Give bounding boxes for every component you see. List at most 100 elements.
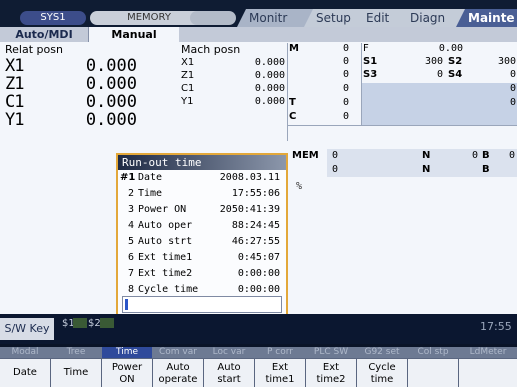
runout-row[interactable]: #1 Date 2008.03.11 [120, 171, 284, 185]
mst-panel: M 0 F 0.00 0 S1 300 S2 300 0 S3 0 S4 0 0… [287, 43, 517, 141]
runout-label: Ext time2 [138, 268, 193, 279]
softkey-date-label: Date [13, 367, 37, 378]
menu-col-stp[interactable]: Col stp [408, 347, 458, 358]
menu-mainte[interactable]: Mainte [456, 9, 517, 27]
softkey-label: time [370, 374, 394, 385]
runout-value: 88:24:45 [231, 220, 280, 231]
mst-f-label: F [363, 43, 369, 54]
runout-row[interactable]: 3 Power ON 2050:41:39 [120, 203, 284, 217]
mach-axis-y1: Y1 [181, 96, 194, 107]
runout-row[interactable]: 7 Ext time2 0:00:00 [120, 267, 284, 281]
menu-p-corr[interactable]: P corr [255, 347, 305, 358]
runout-row[interactable]: 4 Auto oper 88:24:45 [120, 219, 284, 233]
runout-num: 7 [127, 268, 134, 279]
runout-title: Run-out time [118, 155, 286, 170]
mach-axis-c1: C1 [181, 83, 195, 94]
relat-axis-x1: X1 [5, 56, 25, 76]
runout-input[interactable] [122, 296, 282, 313]
runout-row[interactable]: 2 Time 17:55:06 [120, 187, 284, 201]
status-panel: MEM 0 N 0 B 0 0 N B [287, 149, 517, 179]
runout-num: 8 [127, 284, 134, 295]
softkey-label: operate [158, 374, 198, 385]
mst-value: 0 [509, 97, 516, 108]
mst-value: 0 [343, 56, 350, 67]
softkey-time[interactable]: Time [51, 359, 101, 387]
softkey-empty[interactable] [408, 359, 458, 387]
menu-g92-set[interactable]: G92 set [357, 347, 407, 358]
mst-m-value: 0 [343, 43, 350, 54]
menu-com-var[interactable]: Com var [153, 347, 203, 358]
mst-s4-label: S4 [448, 69, 463, 80]
runout-value: 2050:41:39 [219, 204, 280, 215]
mst-value: 0 [343, 83, 350, 94]
footer-bar: S/W Key $1 $2 17:55 [0, 314, 517, 344]
menu-time[interactable]: Time [102, 347, 152, 358]
menu-row: Modal Tree Time Com var Loc var P corr P… [0, 347, 517, 358]
runout-row[interactable]: 8 Cycle time 0:00:00 [120, 283, 284, 297]
runout-num: 3 [127, 204, 134, 215]
runout-value: 17:55:06 [231, 188, 280, 199]
mst-divider [361, 43, 362, 125]
softkey-date[interactable]: Date [0, 359, 50, 387]
runout-label: Cycle time [138, 284, 199, 295]
runout-row[interactable]: 5 Auto strt 46:27:55 [120, 235, 284, 249]
mst-s2-value: 300 [497, 56, 516, 67]
menu-modal[interactable]: Modal [0, 347, 50, 358]
relat-axis-y1: Y1 [5, 110, 25, 130]
softkey-ext-time1[interactable]: Ext time1 [255, 359, 305, 387]
mst-highlight [361, 111, 517, 125]
mach-axis-x1: X1 [181, 57, 195, 68]
runout-value: 0:00:00 [237, 284, 280, 295]
relat-axis-c1: C1 [5, 92, 25, 112]
runout-label: Power ON [138, 204, 187, 215]
status-value: 0 [472, 150, 479, 161]
softkey-label: Cycle [368, 362, 396, 373]
menu-tree[interactable]: Tree [51, 347, 101, 358]
softkey-auto-start[interactable]: Auto start [204, 359, 254, 387]
mst-s2-label: S2 [448, 56, 463, 67]
runout-value: 0:45:07 [237, 252, 280, 263]
status-value: 0 [332, 150, 339, 161]
relat-value-x1: 0.000 [85, 56, 137, 76]
softkey-auto-operate[interactable]: Auto operate [153, 359, 203, 387]
runout-num: #1 [120, 172, 136, 183]
menu-ldmeter[interactable]: LdMeter [459, 347, 517, 358]
status-n-label: N [422, 164, 431, 175]
mst-s4-value: 0 [509, 69, 516, 80]
softkey-empty[interactable] [459, 359, 517, 387]
system2-label: $2 [88, 318, 101, 329]
mst-value: 0 [343, 69, 350, 80]
softkey-label: Auto [166, 362, 190, 373]
softkey-label: Ext [271, 362, 289, 373]
system1-indicator [73, 318, 87, 328]
tab-manual[interactable]: Manual [89, 27, 179, 42]
mst-t-value: 0 [343, 97, 350, 108]
runout-popup: Run-out time #1 Date 2008.03.11 2 Time 1… [116, 153, 288, 319]
mst-divider [288, 125, 517, 126]
softkey-ext-time2[interactable]: Ext time2 [306, 359, 356, 387]
softkey-label: time1 [265, 374, 295, 385]
runout-num: 2 [127, 188, 134, 199]
softkey-label: Power [111, 362, 143, 373]
mach-value-x1: 0.000 [254, 57, 285, 68]
mst-c-label: C [289, 111, 297, 122]
runout-num: 6 [127, 252, 134, 263]
runout-label: Auto oper [138, 220, 193, 231]
runout-value: 46:27:55 [231, 236, 280, 247]
menu-loc-var[interactable]: Loc var [204, 347, 254, 358]
sw-key-button[interactable]: S/W Key [0, 318, 54, 340]
relat-value-y1: 0.000 [85, 110, 137, 130]
mst-s1-label: S1 [363, 56, 378, 67]
softkey-cycle-time[interactable]: Cycle time [357, 359, 407, 387]
tab-auto-mdi[interactable]: Auto/MDI [0, 27, 89, 42]
softkey-power-on[interactable]: Power ON [102, 359, 152, 387]
softkey-label: Ext [322, 362, 340, 373]
softkey-label: start [217, 374, 241, 385]
runout-row[interactable]: 6 Ext time1 0:45:07 [120, 251, 284, 265]
softkey-bar: Date Time Power ON Auto operate Auto start … [0, 358, 517, 387]
menu-plc-sw[interactable]: PLC SW [306, 347, 356, 358]
mach-value-y1: 0.000 [254, 96, 285, 107]
softkey-label: ON [119, 374, 135, 385]
status-value: 0 [332, 164, 339, 175]
mst-f-value: 0.00 [438, 43, 463, 54]
